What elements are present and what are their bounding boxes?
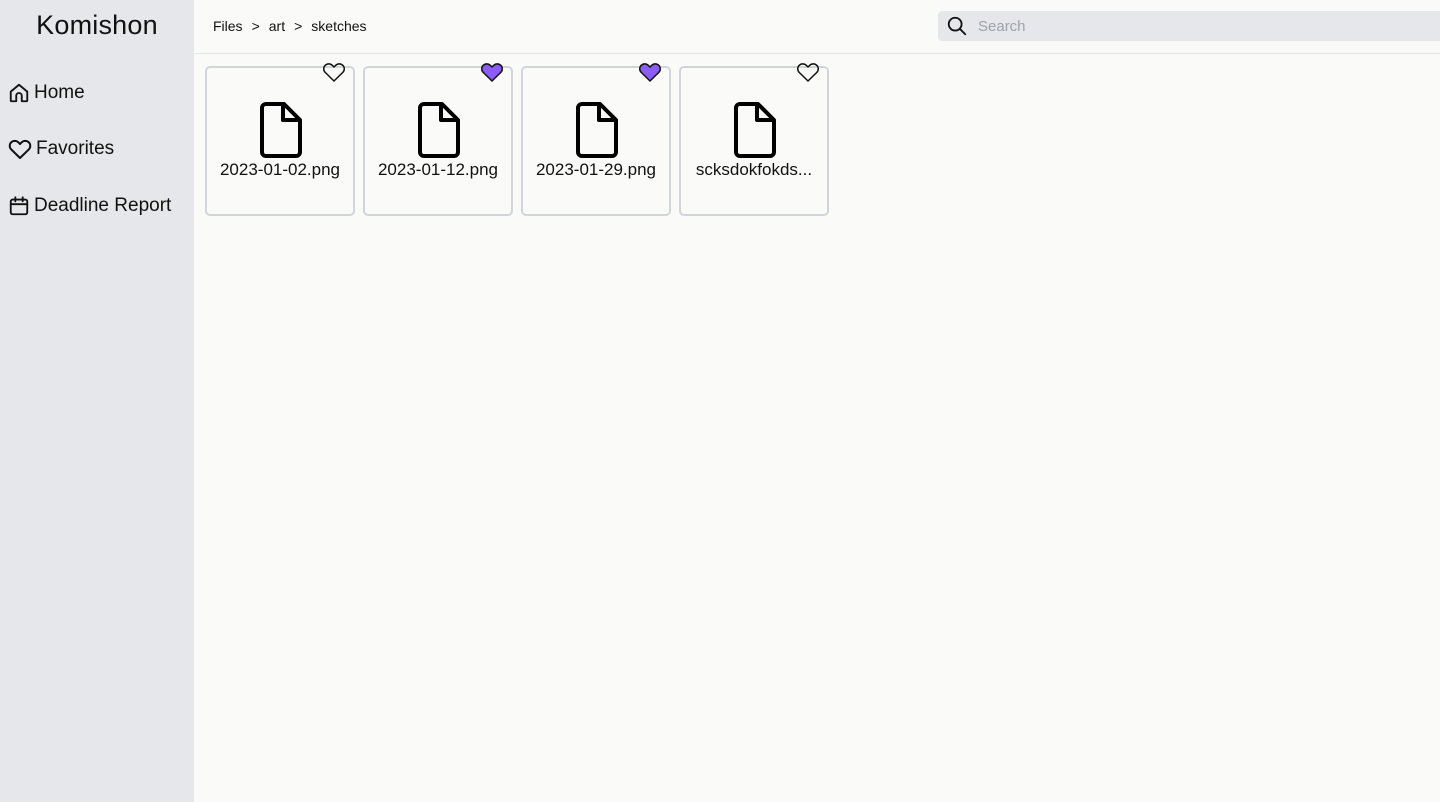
- file-name: 2023-01-12.png: [377, 160, 499, 179]
- file-grid: 2023-01-02.png 2023-01-12.png 2023-01-29…: [205, 63, 829, 216]
- calendar-icon: [8, 195, 30, 217]
- file-card[interactable]: 2023-01-29.png: [521, 63, 671, 216]
- breadcrumb: Files > art > sketches: [213, 18, 367, 34]
- sidebar-item-label: Favorites: [36, 138, 115, 159]
- file-name: scksdokfokds...: [695, 160, 813, 179]
- main-content: Files > art > sketches Search 2023-01-02…: [194, 0, 1440, 802]
- home-icon: [8, 82, 30, 104]
- file-card[interactable]: 2023-01-12.png: [363, 63, 513, 216]
- sidebar: Komishon Home Favorites Deadline Report: [0, 0, 194, 802]
- file-icon: [730, 102, 778, 158]
- topbar: Files > art > sketches: [194, 0, 1440, 54]
- file-card[interactable]: scksdokfokds...: [679, 63, 829, 216]
- file-icon: [256, 102, 304, 158]
- sidebar-item-favorites[interactable]: Favorites: [8, 134, 114, 164]
- sidebar-item-deadline-report[interactable]: Deadline Report: [8, 191, 171, 221]
- heart-filled-icon[interactable]: [480, 61, 504, 83]
- app-title: Komishon: [36, 10, 158, 40]
- sidebar-item-home[interactable]: Home: [8, 78, 85, 108]
- breadcrumb-item-art[interactable]: art: [269, 18, 285, 34]
- search-icon: [946, 15, 968, 37]
- heart-outline-icon[interactable]: [322, 61, 346, 83]
- heart-outline-icon[interactable]: [796, 61, 820, 83]
- heart-filled-icon[interactable]: [638, 61, 662, 83]
- search-bar[interactable]: [938, 11, 1440, 41]
- file-icon: [572, 102, 620, 158]
- breadcrumb-separator: >: [251, 18, 260, 34]
- sidebar-item-label: Home: [34, 82, 85, 103]
- file-name: 2023-01-29.png: [535, 160, 657, 179]
- file-card[interactable]: 2023-01-02.png: [205, 63, 355, 216]
- heart-icon: [8, 138, 32, 160]
- file-icon: [414, 102, 462, 158]
- search-input[interactable]: [978, 17, 1418, 35]
- sidebar-item-label: Deadline Report: [34, 195, 172, 216]
- breadcrumb-item-sketches[interactable]: sketches: [311, 18, 366, 34]
- file-name: 2023-01-02.png: [219, 160, 341, 179]
- breadcrumb-item-files[interactable]: Files: [213, 18, 243, 34]
- breadcrumb-separator: >: [294, 18, 303, 34]
